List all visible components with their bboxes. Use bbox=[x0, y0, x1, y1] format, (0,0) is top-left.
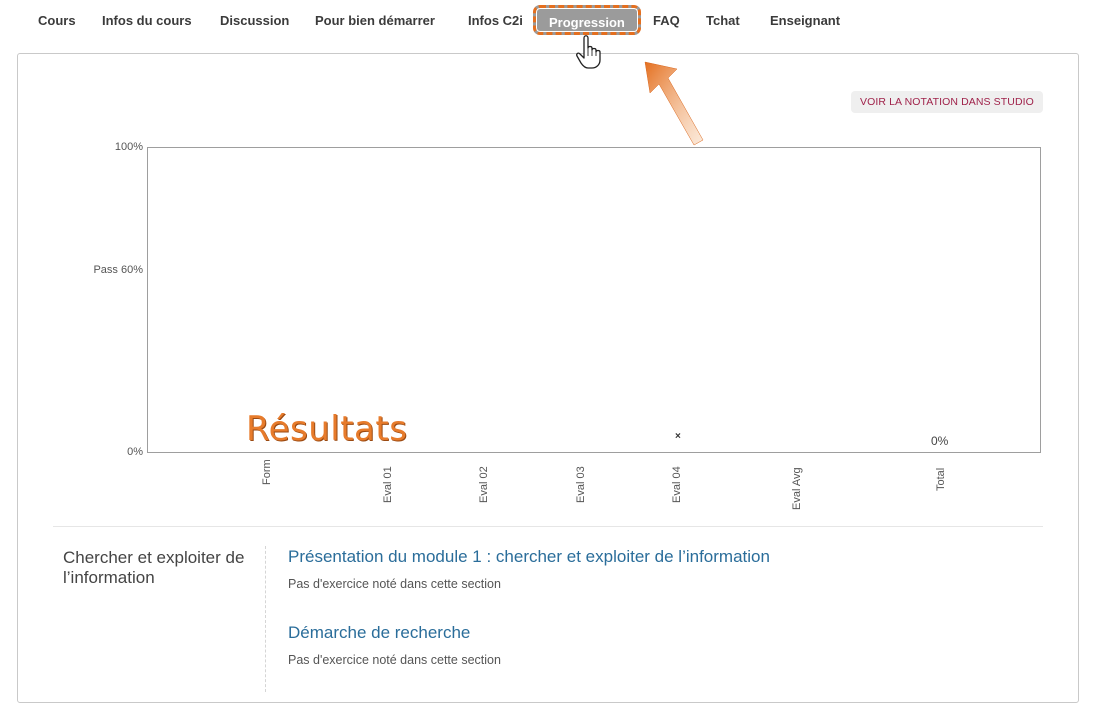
y-tick-pass: Pass 60% bbox=[93, 264, 143, 276]
x-tick-label: Total bbox=[935, 467, 947, 491]
subsection-link-demarche[interactable]: Démarche de recherche bbox=[288, 623, 470, 643]
x-tick-label: Eval 02 bbox=[478, 466, 490, 504]
x-tick-label: Eval 03 bbox=[575, 466, 587, 504]
x-tick-label: Eval 01 bbox=[382, 466, 394, 504]
progress-chart bbox=[147, 147, 1041, 453]
subsection-link-presentation[interactable]: Présentation du module 1 : chercher et e… bbox=[288, 547, 770, 567]
x-tick-label: Eval Avg bbox=[791, 466, 803, 510]
tab-discussion[interactable]: Discussion bbox=[220, 13, 289, 29]
tab-infos-du-cours[interactable]: Infos du cours bbox=[102, 13, 192, 29]
tab-enseignant[interactable]: Enseignant bbox=[770, 13, 840, 29]
total-data-label: 0% bbox=[931, 434, 949, 448]
tab-pour-bien-demarrer[interactable]: Pour bien démarrer bbox=[315, 13, 435, 29]
tab-infos-c2i[interactable]: Infos C2i bbox=[468, 13, 523, 29]
eval-04-marker: × bbox=[675, 431, 681, 442]
tab-faq[interactable]: FAQ bbox=[653, 13, 680, 29]
subsection-note: Pas d'exercice noté dans cette section bbox=[288, 577, 501, 591]
tab-cours[interactable]: Cours bbox=[38, 13, 76, 29]
course-tabs: Cours Infos du cours Discussion Pour bie… bbox=[0, 0, 1093, 44]
section-divider bbox=[53, 526, 1043, 527]
tab-tchat[interactable]: Tchat bbox=[706, 13, 740, 29]
section-title: Chercher et exploiter de l’information bbox=[63, 548, 245, 587]
resultats-annotation: Résultats bbox=[246, 409, 408, 449]
y-tick-0: 0% bbox=[127, 446, 143, 458]
x-tick-label: Form bbox=[261, 459, 273, 485]
view-grading-in-studio-button[interactable]: VOIR LA NOTATION DANS STUDIO bbox=[851, 91, 1043, 113]
section-separator bbox=[265, 546, 266, 692]
x-tick-label: Eval 04 bbox=[671, 466, 683, 504]
y-tick-100: 100% bbox=[114, 141, 143, 153]
tab-progression[interactable]: Progression bbox=[533, 5, 641, 35]
subsection-note: Pas d'exercice noté dans cette section bbox=[288, 653, 501, 667]
